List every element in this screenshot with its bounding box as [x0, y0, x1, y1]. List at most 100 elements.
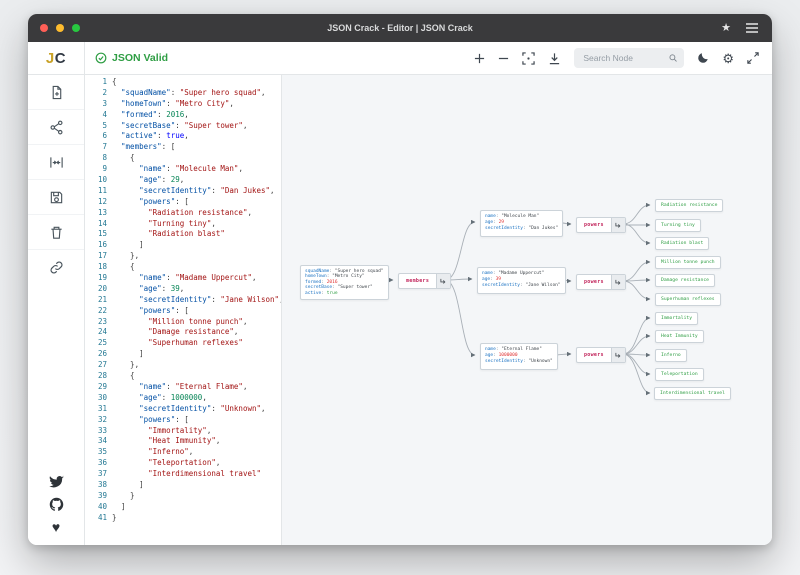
member-node-eternal-flame[interactable]: name"Eternal Flame" age1000000 secretIde… [480, 343, 558, 370]
code-line[interactable]: ] [112, 349, 281, 360]
code-line[interactable]: "Inferno", [112, 447, 281, 458]
code-line[interactable]: "Superhuman reflexes" [112, 338, 281, 349]
minimize-window-button[interactable] [56, 24, 64, 32]
power-leaf-node[interactable]: Radiation resistance [655, 199, 723, 212]
save-icon[interactable] [28, 180, 84, 215]
github-icon[interactable] [49, 497, 64, 512]
power-leaf-node[interactable]: Immortality [655, 312, 698, 325]
search-node-box[interactable] [574, 48, 684, 68]
member-node-madame-uppercut[interactable]: name"Madame Uppercut" age39 secretIdenti… [477, 267, 566, 294]
code-line[interactable]: }, [112, 251, 281, 262]
settings-gear-icon[interactable]: ⚙ [722, 52, 734, 65]
line-number: 9 [85, 164, 107, 175]
power-leaf-node[interactable]: Heat Immunity [655, 330, 704, 343]
code-line[interactable]: "homeTown": "Metro City", [112, 99, 281, 110]
focus-view-button[interactable] [522, 52, 535, 65]
share-link-icon[interactable] [28, 250, 84, 284]
members-array-node[interactable]: members [398, 273, 451, 289]
code-line[interactable]: "Radiation resistance", [112, 208, 281, 219]
code-line[interactable]: "age": 29, [112, 175, 281, 186]
code-line[interactable]: "Radiation blast" [112, 229, 281, 240]
line-number: 10 [85, 175, 107, 186]
code-line[interactable]: } [112, 513, 281, 524]
collapse-node-icon[interactable] [436, 274, 450, 288]
code-line[interactable]: "secretIdentity": "Dan Jukes", [112, 186, 281, 197]
code-line[interactable]: "name": "Eternal Flame", [112, 382, 281, 393]
browser-menu-icon[interactable] [746, 23, 758, 33]
line-number: 24 [85, 327, 107, 338]
line-number: 3 [85, 99, 107, 110]
code-line[interactable]: "active": true, [112, 131, 281, 142]
line-number: 15 [85, 229, 107, 240]
code-line[interactable]: "squadName": "Super hero squad", [112, 88, 281, 99]
code-line[interactable]: ] [112, 240, 281, 251]
new-document-icon[interactable] [28, 75, 84, 110]
code-line[interactable]: "age": 1000000, [112, 393, 281, 404]
collapse-node-icon[interactable] [611, 218, 625, 232]
graph-view-icon[interactable] [28, 110, 84, 145]
code-line[interactable]: "powers": [ [112, 306, 281, 317]
center-view-icon[interactable] [28, 145, 84, 180]
search-node-input[interactable] [581, 52, 664, 64]
twitter-icon[interactable] [49, 475, 64, 488]
code-line[interactable]: "powers": [ [112, 197, 281, 208]
code-line[interactable]: { [112, 77, 281, 88]
code-line[interactable]: "secretIdentity": "Jane Wilson", [112, 295, 281, 306]
code-line[interactable]: "members": [ [112, 142, 281, 153]
code-line[interactable]: ] [112, 480, 281, 491]
powers-array-node-3[interactable]: powers [576, 347, 626, 363]
code-line[interactable]: { [112, 153, 281, 164]
power-leaf-node[interactable]: Damage resistance [655, 274, 715, 287]
zoom-in-button[interactable] [474, 53, 485, 64]
code-line[interactable]: "Interdimensional travel" [112, 469, 281, 480]
power-leaf-node[interactable]: Superhuman reflexes [655, 293, 721, 306]
power-leaf-node[interactable]: Radiation blast [655, 237, 709, 250]
sponsor-heart-icon[interactable]: ♥ [52, 521, 60, 533]
code-line[interactable]: "Turning tiny", [112, 219, 281, 230]
code-line[interactable]: "secretIdentity": "Unknown", [112, 404, 281, 415]
line-number: 23 [85, 317, 107, 328]
line-number: 6 [85, 131, 107, 142]
code-line[interactable]: "name": "Molecule Man", [112, 164, 281, 175]
code-line[interactable]: "Heat Immunity", [112, 436, 281, 447]
code-line[interactable]: "age": 39, [112, 284, 281, 295]
line-number: 32 [85, 415, 107, 426]
root-object-node[interactable]: squadName"Super hero squad" homeTown"Met… [300, 265, 389, 300]
code-line[interactable]: ] [112, 502, 281, 513]
extension-star-icon[interactable]: ★ [721, 23, 731, 34]
powers-array-node-2[interactable]: powers [576, 274, 626, 290]
power-leaf-node[interactable]: Million tonne punch [655, 256, 721, 269]
code-line[interactable]: "Million tonne punch", [112, 317, 281, 328]
code-line[interactable]: "name": "Madame Uppercut", [112, 273, 281, 284]
download-image-button[interactable] [548, 52, 561, 65]
code-line[interactable]: { [112, 371, 281, 382]
zoom-out-button[interactable] [498, 53, 509, 64]
power-leaf-node[interactable]: Turning tiny [655, 219, 701, 232]
code-line[interactable]: "secretBase": "Super tower", [112, 121, 281, 132]
code-editor[interactable]: { "squadName": "Super hero squad", "home… [112, 77, 281, 545]
code-line[interactable]: "powers": [ [112, 415, 281, 426]
code-line[interactable]: { [112, 262, 281, 273]
code-line[interactable]: } [112, 491, 281, 502]
delete-icon[interactable] [28, 215, 84, 250]
app-logo[interactable]: JC [28, 42, 84, 75]
code-line[interactable]: "Teleportation", [112, 458, 281, 469]
line-number: 12 [85, 197, 107, 208]
power-leaf-node[interactable]: Interdimensional travel [654, 387, 731, 400]
code-line[interactable]: "Damage resistance", [112, 327, 281, 338]
collapse-node-icon[interactable] [611, 275, 625, 289]
member-node-molecule-man[interactable]: name"Molecule Man" age29 secretIdentity"… [480, 210, 563, 237]
dark-mode-toggle[interactable] [697, 52, 709, 64]
code-line[interactable]: }, [112, 360, 281, 371]
close-window-button[interactable] [40, 24, 48, 32]
graph-canvas[interactable]: squadName"Super hero squad" homeTown"Met… [281, 75, 772, 545]
line-number: 40 [85, 502, 107, 513]
collapse-node-icon[interactable] [611, 348, 625, 362]
powers-array-node-1[interactable]: powers [576, 217, 626, 233]
power-leaf-node[interactable]: Inferno [655, 349, 687, 362]
code-line[interactable]: "formed": 2016, [112, 110, 281, 121]
fullscreen-button[interactable] [747, 52, 759, 64]
zoom-window-button[interactable] [72, 24, 80, 32]
code-line[interactable]: "Immortality", [112, 426, 281, 437]
power-leaf-node[interactable]: Teleportation [655, 368, 704, 381]
